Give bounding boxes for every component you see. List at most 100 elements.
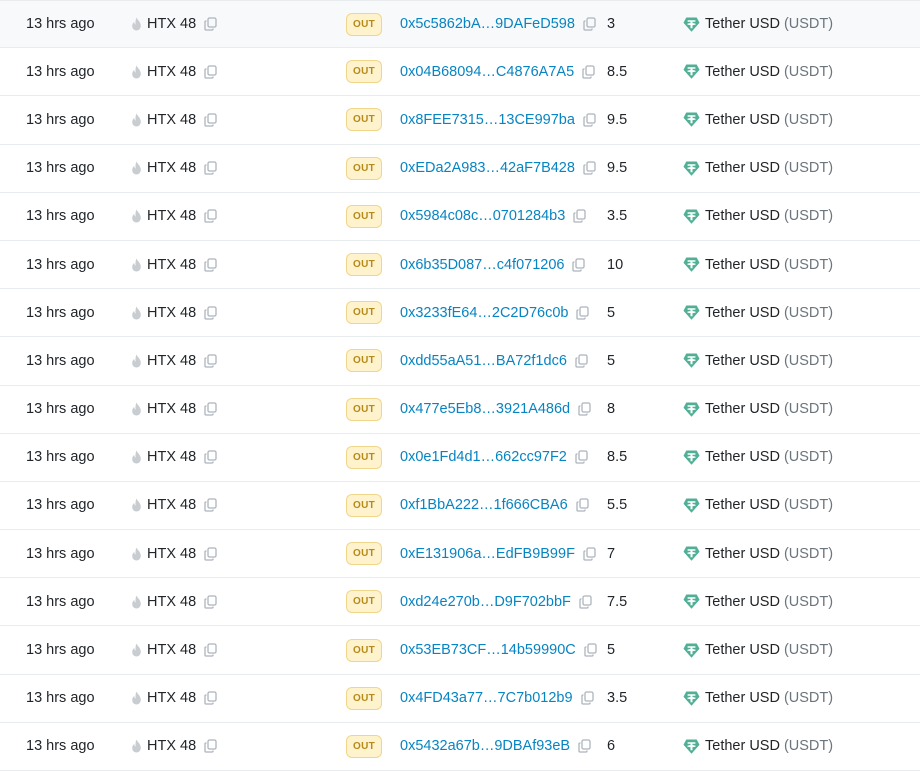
copy-icon[interactable]	[575, 450, 588, 464]
to-address-link[interactable]: 0xd24e270b…D9F702bbF	[400, 594, 571, 610]
to-address-link[interactable]: 0x5432a67b…9DBAf93eB	[400, 738, 570, 754]
token-name-link[interactable]: Tether USD	[705, 257, 780, 273]
to-address-link[interactable]: 0xdd55aA51…BA72f1dc6	[400, 353, 567, 369]
quantity-cell: 7.5	[607, 578, 627, 625]
age-text: 13 hrs ago	[26, 256, 95, 273]
to-address-link[interactable]: 0x5984c08c…0701284b3	[400, 208, 565, 224]
from-address-link[interactable]: HTX 48	[147, 160, 196, 176]
copy-icon[interactable]	[204, 257, 217, 272]
copy-icon[interactable]	[576, 306, 590, 320]
to-address-link[interactable]: 0x53EB73CF…14b59990C	[400, 642, 576, 658]
quantity-cell: 5	[607, 626, 615, 673]
copy-icon[interactable]	[583, 113, 596, 127]
to-cell: 0x6b35D087…c4f071206	[400, 241, 586, 288]
from-address-link[interactable]: HTX 48	[147, 497, 196, 513]
copy-icon[interactable]	[576, 498, 589, 513]
copy-icon[interactable]	[204, 354, 217, 368]
copy-icon[interactable]	[572, 257, 586, 272]
flame-icon	[132, 450, 141, 464]
age-text: 13 hrs ago	[26, 642, 95, 659]
from-cell: HTX 48	[131, 530, 217, 577]
copy-icon[interactable]	[582, 65, 595, 79]
token-symbol: (USDT)	[783, 208, 834, 225]
to-address-link[interactable]: 0x5c5862bA…9DAFeD598	[400, 16, 575, 32]
age-cell: 13 hrs ago	[26, 578, 95, 625]
token-name-link[interactable]: Tether USD	[705, 642, 780, 658]
copy-icon[interactable]	[573, 209, 586, 223]
from-address-link[interactable]: HTX 48	[147, 257, 196, 273]
copy-icon[interactable]	[583, 17, 596, 31]
copy-icon[interactable]	[204, 547, 217, 561]
token-name-link[interactable]: Tether USD	[705, 353, 780, 369]
to-address-link[interactable]: 0x6b35D087…c4f071206	[400, 257, 564, 273]
age-cell: 13 hrs ago	[26, 482, 95, 529]
token-name-link[interactable]: Tether USD	[705, 546, 780, 562]
from-address-link[interactable]: HTX 48	[147, 64, 196, 80]
to-address-link[interactable]: 0x0e1Fd4d1…662cc97F2	[400, 449, 567, 465]
copy-icon[interactable]	[583, 547, 596, 561]
copy-icon[interactable]	[204, 595, 217, 609]
copy-icon[interactable]	[204, 161, 217, 175]
copy-icon[interactable]	[204, 498, 217, 513]
from-address-link[interactable]: HTX 48	[147, 642, 196, 658]
from-address-link[interactable]: HTX 48	[147, 112, 196, 128]
token-name-link[interactable]: Tether USD	[705, 690, 780, 706]
from-address-link[interactable]: HTX 48	[147, 594, 196, 610]
to-address-link[interactable]: 0x477e5Eb8…3921A486d	[400, 401, 570, 417]
token-name-link[interactable]: Tether USD	[705, 497, 780, 513]
token-name-link[interactable]: Tether USD	[705, 64, 780, 80]
from-address-link[interactable]: HTX 48	[147, 353, 196, 369]
copy-icon[interactable]	[584, 643, 597, 657]
copy-icon[interactable]	[204, 17, 217, 31]
from-cell: HTX 48	[131, 337, 217, 384]
age-cell: 13 hrs ago	[26, 241, 95, 288]
copy-icon[interactable]	[204, 113, 217, 127]
from-address-link[interactable]: HTX 48	[147, 738, 196, 754]
from-address-link[interactable]: HTX 48	[147, 546, 196, 562]
copy-icon[interactable]	[578, 739, 591, 754]
token-name-link[interactable]: Tether USD	[705, 16, 780, 32]
token-name-link[interactable]: Tether USD	[705, 449, 780, 465]
token-name-link[interactable]: Tether USD	[705, 112, 780, 128]
copy-icon[interactable]	[204, 402, 217, 416]
copy-icon[interactable]	[579, 595, 592, 609]
token-symbol: (USDT)	[783, 352, 834, 369]
copy-icon[interactable]	[204, 691, 217, 705]
to-address-link[interactable]: 0x4FD43a77…7C7b012b9	[400, 690, 573, 706]
copy-icon[interactable]	[204, 643, 217, 657]
from-address-link[interactable]: HTX 48	[147, 449, 196, 465]
tether-icon	[683, 643, 700, 658]
to-address-link[interactable]: 0x04B68094…C4876A7A5	[400, 64, 574, 80]
copy-icon[interactable]	[583, 161, 596, 175]
from-address-link[interactable]: HTX 48	[147, 16, 196, 32]
direction-cell: OUT	[346, 434, 382, 481]
to-address-link[interactable]: 0xE131906a…EdFB9B99F	[400, 546, 575, 562]
quantity-cell: 7	[607, 530, 615, 577]
to-address-link[interactable]: 0xf1BbA222…1f666CBA6	[400, 497, 568, 513]
from-address-link[interactable]: HTX 48	[147, 690, 196, 706]
quantity-text: 9.5	[607, 160, 628, 177]
copy-icon[interactable]	[578, 402, 591, 416]
copy-icon[interactable]	[204, 65, 217, 79]
token-name-link[interactable]: Tether USD	[705, 401, 780, 417]
copy-icon[interactable]	[580, 691, 594, 705]
copy-icon[interactable]	[204, 739, 217, 754]
table-row: 13 hrs ago HTX 48 OUT 0x8FEE7315…13CE997…	[0, 96, 920, 145]
from-address-link[interactable]: HTX 48	[147, 208, 196, 224]
copy-icon[interactable]	[204, 209, 217, 223]
copy-icon[interactable]	[575, 354, 588, 368]
from-address-link[interactable]: HTX 48	[147, 305, 196, 321]
direction-badge: OUT	[346, 686, 382, 710]
token-name-link[interactable]: Tether USD	[705, 594, 780, 610]
to-address-link[interactable]: 0x3233fE64…2C2D76c0b	[400, 305, 568, 321]
direction-cell: OUT	[346, 289, 382, 336]
from-address-link[interactable]: HTX 48	[147, 401, 196, 417]
copy-icon[interactable]	[204, 450, 217, 464]
copy-icon[interactable]	[204, 306, 217, 320]
to-address-link[interactable]: 0x8FEE7315…13CE997ba	[400, 112, 575, 128]
token-name-link[interactable]: Tether USD	[705, 208, 780, 224]
token-name-link[interactable]: Tether USD	[705, 305, 780, 321]
to-address-link[interactable]: 0xEDa2A983…42aF7B428	[400, 160, 575, 176]
token-name-link[interactable]: Tether USD	[705, 160, 780, 176]
token-name-link[interactable]: Tether USD	[705, 738, 780, 754]
